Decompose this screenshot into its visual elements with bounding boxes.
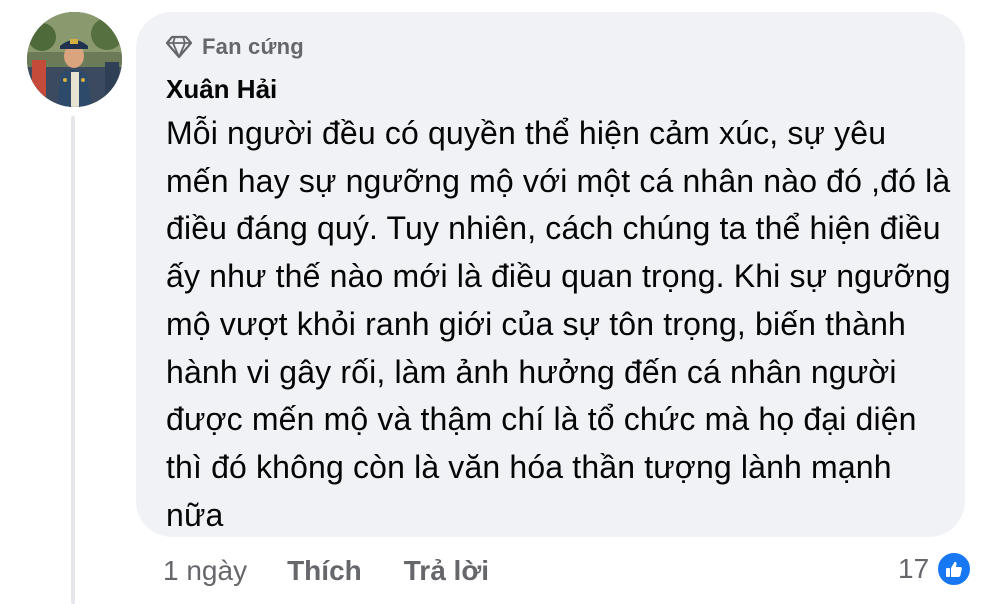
avatar-photo xyxy=(27,12,122,107)
reaction-count: 17 xyxy=(898,553,930,584)
comment-actions: 1 ngày Thích Trả lời xyxy=(163,551,531,591)
reply-button[interactable]: Trả lời xyxy=(404,555,489,587)
reaction-summary[interactable]: 17 xyxy=(898,549,974,589)
author-name[interactable]: Xuân Hải xyxy=(166,74,945,104)
avatar[interactable] xyxy=(27,12,122,107)
timestamp[interactable]: 1 ngày xyxy=(163,555,247,587)
thread-line xyxy=(71,116,75,604)
comment-bubble: Fan cứng Xuân Hải Mỗi người đều có quyền… xyxy=(136,12,965,537)
comment-text: Mỗi người đều có quyền thể hiện cảm xúc,… xyxy=(166,115,951,533)
badge-label: Fan cứng xyxy=(202,34,304,59)
like-button[interactable]: Thích xyxy=(287,555,362,587)
fan-badge[interactable]: Fan cứng xyxy=(166,30,945,64)
like-thumb-icon xyxy=(935,550,974,588)
diamond-icon xyxy=(166,35,192,59)
